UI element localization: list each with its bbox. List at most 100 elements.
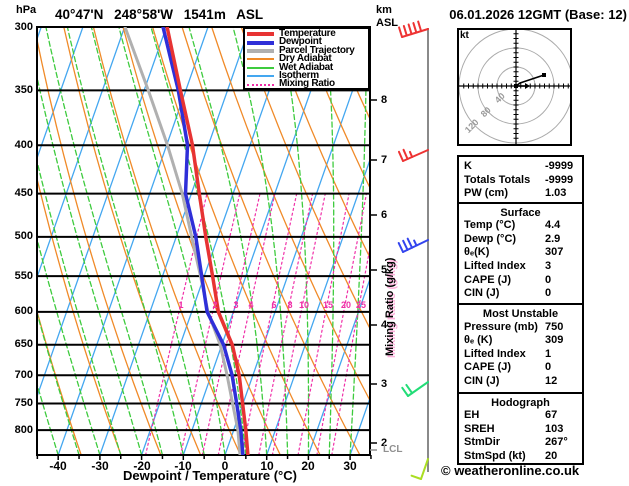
table-row-value: 1.03 xyxy=(545,187,567,200)
station-title: 40°47'N 248°58'W 1541m ASL xyxy=(55,7,264,22)
table-section-header: Hodograph xyxy=(491,396,550,409)
table-row-label: Dewp (°C) xyxy=(464,232,517,245)
pressure-tick-label: 400 xyxy=(14,139,33,151)
legend-item-label: Mixing Ratio xyxy=(279,78,335,90)
table-row-label: PW (cm) xyxy=(464,187,508,200)
mixing-ratio-label: 8 xyxy=(287,300,293,310)
table-row-label: CAPE (J) xyxy=(464,361,512,374)
legend: Temperature Dewpoint Parcel Trajectory Dry … xyxy=(243,27,370,90)
wind-barb xyxy=(397,237,429,253)
mixing-ratio-line xyxy=(241,193,298,455)
table-section-divider xyxy=(459,201,582,204)
legend-item: Mixing Ratio xyxy=(247,78,368,90)
legend-swatch-solid xyxy=(247,40,274,45)
wind-barb xyxy=(401,381,429,397)
storm-motion-arrowhead xyxy=(525,83,530,89)
table-row-label: EH xyxy=(464,409,480,422)
legend-swatch-dotted xyxy=(247,83,274,86)
table-row-value: 3 xyxy=(545,259,552,272)
table-row-label: SREH xyxy=(464,422,495,435)
mixing-ratio-axis-title: Mixing Ratio (g/kg) xyxy=(384,257,396,356)
legend-swatch-solid xyxy=(247,48,274,53)
table-row-value: 0 xyxy=(545,273,552,286)
km-tick-label: 7 xyxy=(381,154,388,166)
wet-adiabat-line xyxy=(413,27,459,455)
table-row-label: Pressure (mb) xyxy=(464,320,538,333)
mixing-ratio-label: 2 xyxy=(212,300,218,310)
table-row-value: 309 xyxy=(545,334,564,347)
table-section-header: Surface xyxy=(500,206,541,219)
km-tick-label: 3 xyxy=(381,378,388,390)
table-row-label: CIN (J) xyxy=(464,287,500,300)
table-row-value: 103 xyxy=(545,422,564,435)
table-row-value: 12 xyxy=(545,375,558,387)
table-section-divider xyxy=(459,391,582,394)
copyright-label: © weatheronline.co.uk xyxy=(441,463,580,478)
table-row-value: 2.9 xyxy=(545,232,561,245)
pressure-tick-label: 700 xyxy=(14,369,33,381)
altitude-unit-asl-label: ASL xyxy=(376,17,398,29)
pressure-tick-label: 750 xyxy=(14,397,33,409)
wind-barb xyxy=(397,148,429,162)
wind-barb xyxy=(410,458,429,480)
mixing-ratio-label: 20 xyxy=(340,300,352,310)
pressure-unit-label: hPa xyxy=(16,4,37,16)
pressure-tick-label: 350 xyxy=(14,84,33,96)
km-tick-label: 8 xyxy=(381,94,388,106)
hodograph-unit-label: kt xyxy=(460,30,469,41)
table-row-label: θₑ(K) xyxy=(464,246,490,259)
wet-adiabat-line xyxy=(371,27,401,455)
pressure-tick-label: 550 xyxy=(14,270,33,282)
table-row-value: 0 xyxy=(545,361,552,374)
hodograph-panel: 40 80 120 xyxy=(457,28,572,146)
legend-swatch-solid xyxy=(247,75,274,78)
lcl-marker-label: LCL xyxy=(383,444,403,455)
mixing-ratio-label: 6 xyxy=(271,300,277,310)
table-row-label: θₑ (K) xyxy=(464,334,493,347)
wind-barb xyxy=(398,20,429,38)
temperature-axis-title: Dewpoint / Temperature (°C) xyxy=(123,468,297,483)
table-row-label: Temp (°C) xyxy=(464,219,516,232)
pressure-tick-label: 650 xyxy=(14,338,33,350)
hodograph-ring-label: 80 xyxy=(479,105,493,119)
table-row-value: -9999 xyxy=(545,160,574,172)
legend-swatch-solid xyxy=(247,66,274,69)
table-section-divider xyxy=(459,303,582,305)
table-row-label: Lifted Index xyxy=(464,347,526,360)
table-row-value: 267° xyxy=(545,436,568,449)
table-row-value: 67 xyxy=(545,409,558,422)
mixing-ratio-line xyxy=(201,193,261,455)
table-row-label: Lifted Index xyxy=(464,259,526,272)
hodograph-ring-label: 40 xyxy=(493,91,507,105)
table-row-label: StmSpd (kt) xyxy=(464,449,526,462)
pressure-tick-label: 600 xyxy=(14,305,33,317)
table-row-label: K xyxy=(464,160,472,172)
hodograph-ring-label: 120 xyxy=(463,117,481,135)
mixing-ratio-label: 10 xyxy=(298,300,310,310)
table-row-value: 307 xyxy=(545,246,564,259)
table-row-value: -9999 xyxy=(545,173,574,186)
table-row-value: 1 xyxy=(545,347,552,360)
skewt-sounding-screenshot: hPa 40°47'N 248°58'W 1541m ASL km ASL 06… xyxy=(0,0,629,486)
km-tick-label: 6 xyxy=(381,209,388,221)
pressure-tick-label: 500 xyxy=(14,230,33,242)
mixing-ratio-line xyxy=(271,193,326,455)
legend-swatch-solid xyxy=(247,58,274,61)
mixing-ratio-label: 15 xyxy=(322,300,334,310)
indices-table: K -9999 Totals Totals -9999 PW (cm) 1.03 Surfa… xyxy=(457,155,584,465)
table-row-value: 0 xyxy=(545,287,552,300)
table-row-label: CIN (J) xyxy=(464,375,500,387)
legend-swatch-solid xyxy=(247,32,274,37)
mixing-ratio-label: 3 xyxy=(233,300,239,310)
table-row-label: Totals Totals xyxy=(464,173,531,186)
table-row-value: 20 xyxy=(545,449,558,462)
table-row-value: 4.4 xyxy=(545,219,561,232)
table-row-label: CAPE (J) xyxy=(464,273,512,286)
pressure-tick-label: 450 xyxy=(14,187,33,199)
altitude-unit-km-label: km xyxy=(376,4,392,16)
datetime-label: 06.01.2026 12GMT (Base: 12) xyxy=(449,7,627,22)
mixing-ratio-label: 1 xyxy=(178,300,184,310)
table-row-label: StmDir xyxy=(464,436,501,449)
table-section-header: Most Unstable xyxy=(482,308,559,320)
hodograph-trace-end-dot xyxy=(542,73,546,77)
